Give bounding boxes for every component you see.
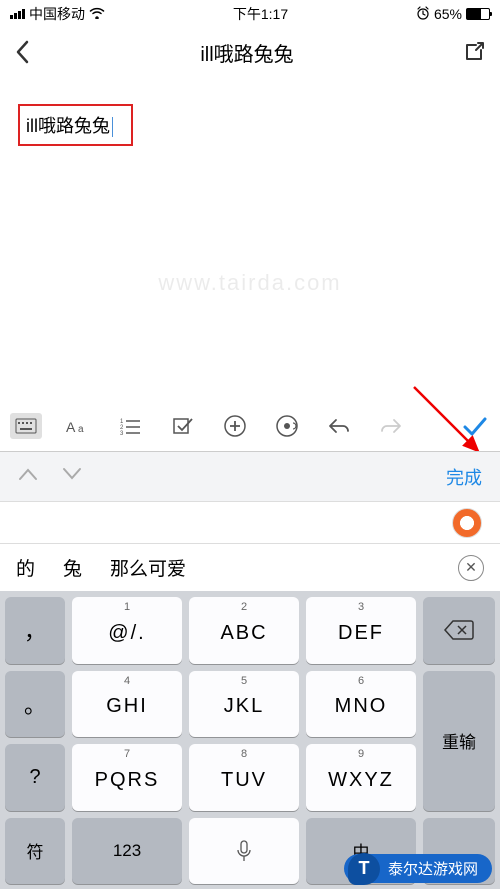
key-2[interactable]: 2ABC [189,597,299,664]
status-left: 中国移动 [10,4,105,24]
key-6[interactable]: 6MNO [306,671,416,738]
editor-toolbar: Aa 123 [0,401,500,451]
key-5[interactable]: 5JKL [189,671,299,738]
add-button[interactable] [220,411,250,441]
font-button[interactable]: Aa [64,411,94,441]
key-123[interactable]: 123 [72,818,182,885]
signal-icon [10,9,25,19]
checklist-button[interactable] [168,411,198,441]
export-button[interactable] [462,40,486,64]
key-comma[interactable]: ， [5,597,65,664]
back-button[interactable] [14,38,32,66]
status-bar: 中国移动 下午1:17 65% [0,0,500,28]
key-7[interactable]: 7PQRS [72,744,182,811]
alarm-icon [416,6,430,23]
keyboard: ， 1@/. 2ABC 3DEF 。 4GHI 5JKL 6MNO 重输 ? 7… [0,591,500,889]
status-time: 下午1:17 [233,4,288,24]
carrier-label: 中国移动 [29,4,85,24]
candidate-control-bar: 完成 [0,451,500,501]
battery-icon [466,8,490,20]
svg-text:a: a [78,424,84,435]
watermark: www.tairda.com [158,270,341,296]
brand-icon: T [348,853,380,885]
key-9[interactable]: 9WXYZ [306,744,416,811]
redo-button[interactable] [376,411,406,441]
note-text-input[interactable]: ill哦路兔兔 [18,104,133,146]
candidate-2[interactable]: 兔 [63,554,82,581]
status-right: 65% [416,6,490,23]
close-candidates-icon[interactable]: ✕ [458,555,484,581]
record-button[interactable] [272,411,302,441]
next-candidate-icon[interactable] [62,467,82,486]
undo-button[interactable] [324,411,354,441]
keyboard-toggle-button[interactable] [10,413,42,439]
sticker-row [0,501,500,543]
edit-area[interactable]: ill哦路兔兔 [0,76,500,174]
candidate-1[interactable]: 的 [16,554,35,581]
brand-text: 泰尔达游戏网 [388,861,478,878]
text-cursor [112,117,113,137]
confirm-button[interactable] [460,411,490,441]
keyboard-done-button[interactable]: 完成 [446,464,482,490]
key-8[interactable]: 8TUV [189,744,299,811]
key-voice[interactable] [189,818,299,885]
key-4[interactable]: 4GHI [72,671,182,738]
key-1[interactable]: 1@/. [72,597,182,664]
candidate-words: 的 兔 那么可爱 ✕ [0,543,500,591]
key-backspace[interactable] [423,597,495,664]
svg-text:3: 3 [120,431,124,435]
page-title: ill哦路兔兔 [200,38,293,67]
key-reinput[interactable]: 重输 [423,671,495,811]
candidate-3[interactable]: 那么可爱 [110,554,186,581]
navbar: ill哦路兔兔 [0,28,500,76]
battery-pct: 65% [434,6,462,22]
svg-text:A: A [66,419,76,435]
key-symbol[interactable]: 符 [5,818,65,885]
key-3[interactable]: 3DEF [306,597,416,664]
key-period[interactable]: 。 [5,671,65,738]
list-button[interactable]: 123 [116,411,146,441]
brand-badge: T 泰尔达游戏网 [344,854,492,883]
key-question[interactable]: ? [5,744,65,811]
input-text: ill哦路兔兔 [26,116,110,136]
sticker-icon[interactable] [452,508,482,538]
wifi-icon [89,6,105,22]
prev-candidate-icon[interactable] [18,467,38,486]
